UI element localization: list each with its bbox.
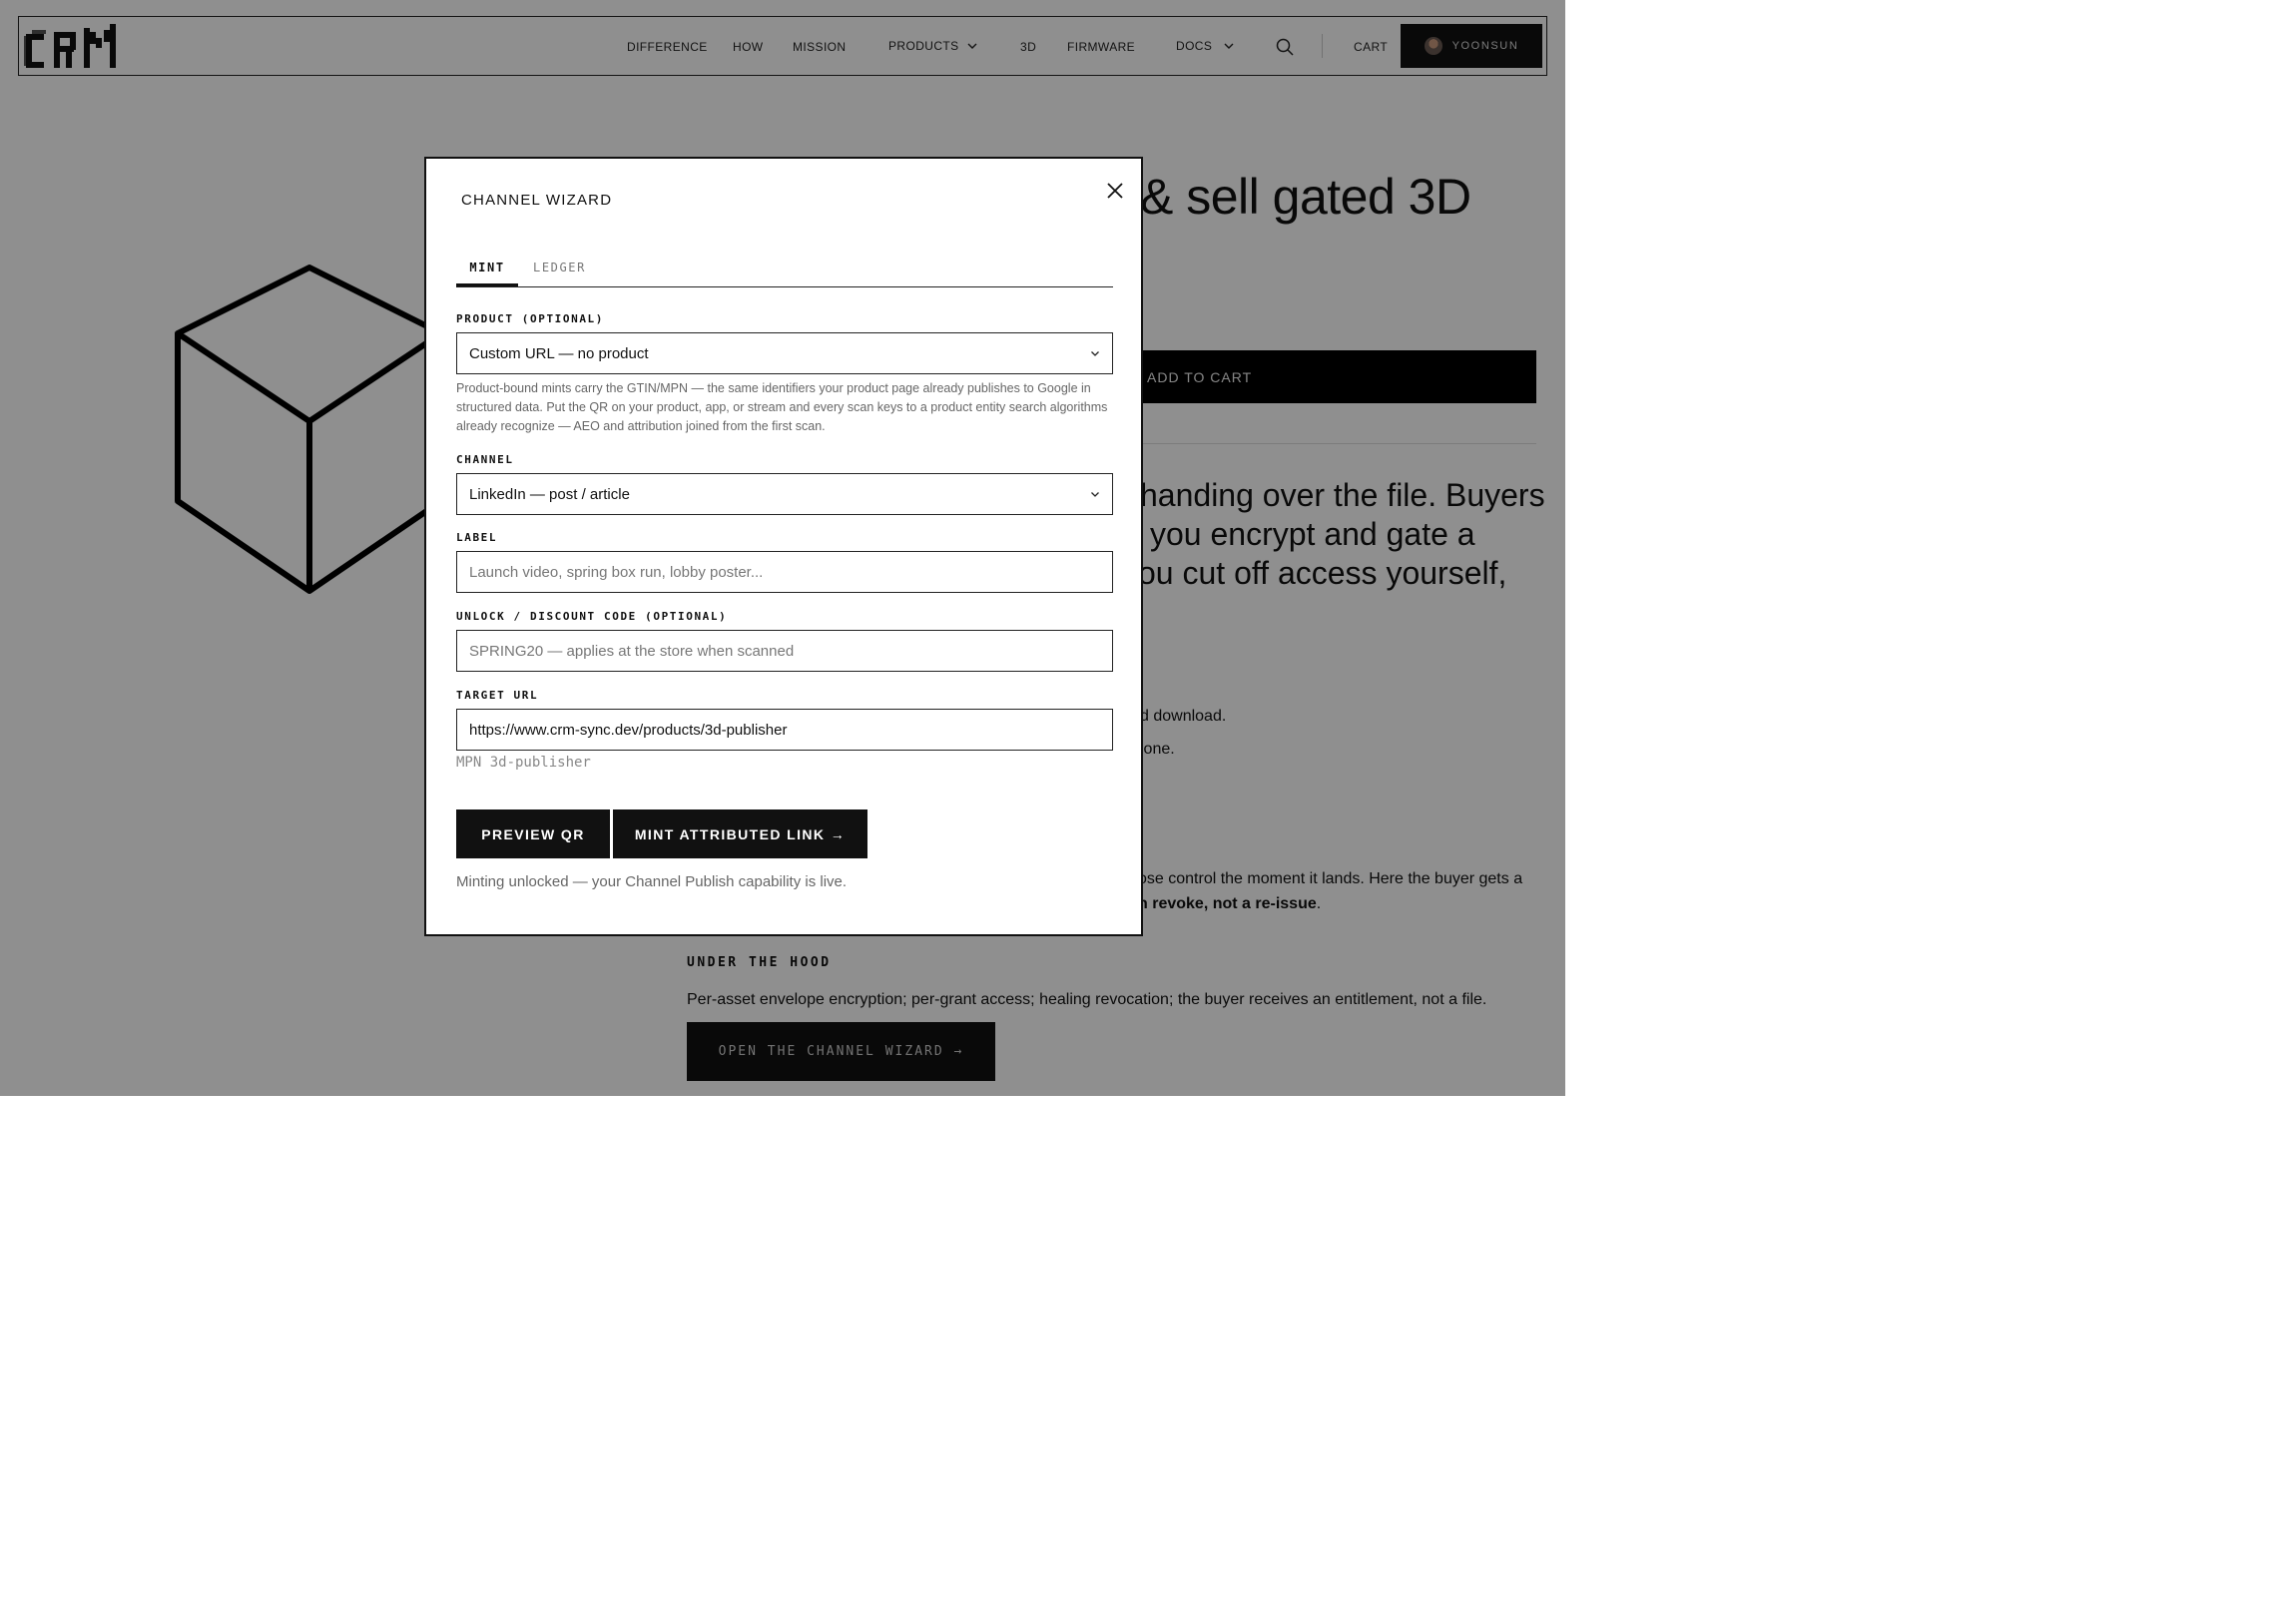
channel-select[interactable]: LinkedIn — post / article xyxy=(456,473,1113,515)
preview-qr-button[interactable]: PREVIEW QR xyxy=(456,809,610,858)
label-input[interactable]: Launch video, spring box run, lobby post… xyxy=(456,551,1113,593)
unlock-code-label: UNLOCK / DISCOUNT CODE (OPTIONAL) xyxy=(456,610,728,623)
channel-select-value: LinkedIn — post / article xyxy=(469,485,630,503)
tabs-divider xyxy=(456,286,1113,287)
channel-label: CHANNEL xyxy=(456,453,514,466)
mint-link-button[interactable]: MINT ATTRIBUTED LINK → xyxy=(613,809,867,858)
status-message: Minting unlocked — your Channel Publish … xyxy=(456,873,848,890)
tab-ledger[interactable]: LEDGER xyxy=(533,261,586,274)
mpn-hint: MPN 3d-publisher xyxy=(456,755,591,771)
label-field-label: LABEL xyxy=(456,531,498,544)
chevron-down-icon xyxy=(1091,351,1099,356)
chevron-down-icon xyxy=(1091,492,1099,497)
target-url-input[interactable]: https://www.crm-sync.dev/products/3d-pub… xyxy=(456,709,1113,751)
product-label: PRODUCT (OPTIONAL) xyxy=(456,312,605,325)
product-select[interactable]: Custom URL — no product xyxy=(456,332,1113,374)
channel-wizard-modal: CHANNEL WIZARD MINT LEDGER PRODUCT (OPTI… xyxy=(424,157,1143,936)
product-select-value: Custom URL — no product xyxy=(469,344,649,362)
target-url-label: TARGET URL xyxy=(456,689,539,702)
product-help-text: Product-bound mints carry the GTIN/MPN —… xyxy=(456,381,1108,433)
close-icon[interactable] xyxy=(1105,181,1125,201)
unlock-code-input[interactable]: SPRING20 — applies at the store when sca… xyxy=(456,630,1113,672)
tab-mint[interactable]: MINT xyxy=(456,261,518,274)
modal-title: CHANNEL WIZARD xyxy=(461,192,613,209)
